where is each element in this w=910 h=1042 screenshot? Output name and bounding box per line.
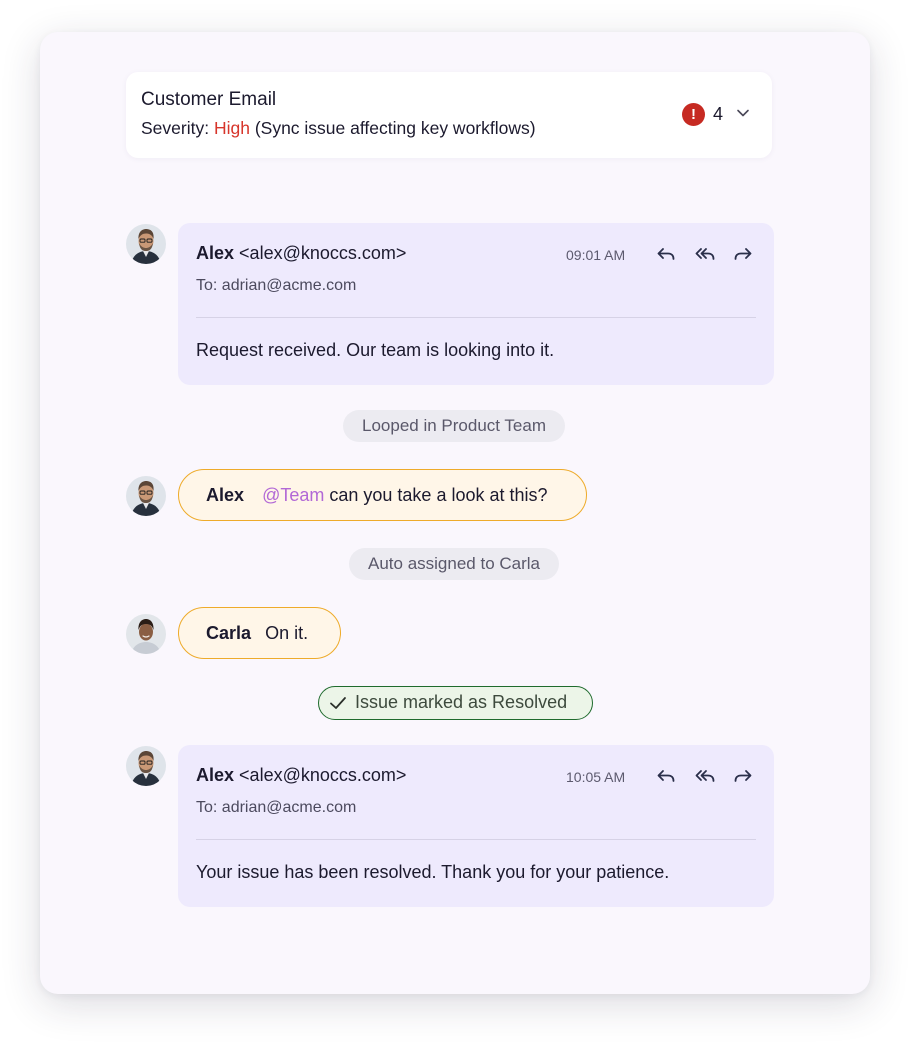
email-recipient: To: adrian@acme.com: [196, 799, 357, 816]
email-time: 10:05 AM: [566, 769, 626, 785]
severity-value: High: [213, 118, 250, 138]
sender-name: Alex: [196, 765, 235, 785]
resolved-label: Issue marked as Resolved: [355, 692, 568, 712]
chat-bubble[interactable]: Carla On it.: [178, 607, 341, 659]
chevron-down-icon[interactable]: [736, 106, 750, 120]
avatar-carla: [126, 614, 166, 654]
email-divider: [196, 317, 756, 318]
avatar-alex: [126, 476, 166, 516]
chat-text: can you take a look at this?: [329, 485, 548, 505]
email-body: Request received. Our team is looking in…: [196, 340, 555, 360]
severity-label: Severity:: [141, 118, 210, 138]
system-event-auto-assigned: Auto assigned to Carla: [349, 548, 559, 580]
email-message[interactable]: Alex <alex@knoccs.com> 10:05 AM To: adri…: [178, 745, 774, 907]
email-sender: Alex <alex@knoccs.com>: [196, 765, 406, 786]
system-event-resolved: Issue marked as Resolved: [318, 686, 593, 720]
forward-icon[interactable]: [732, 766, 754, 786]
chat-sender: Carla: [206, 623, 252, 643]
ticket-title: Customer Email: [141, 89, 277, 110]
email-recipient: To: adrian@acme.com: [196, 277, 357, 294]
reply-all-icon[interactable]: [694, 244, 716, 264]
ticket-header[interactable]: Customer Email Severity: High (Sync issu…: [126, 72, 772, 158]
avatar-alex: [126, 746, 166, 786]
severity-note: (Sync issue affecting key workflows): [254, 118, 536, 138]
chat-bubble[interactable]: Alex @Team can you take a look at this?: [178, 469, 587, 521]
system-event-looped-in: Looped in Product Team: [343, 410, 565, 442]
sender-email: <alex@knoccs.com>: [239, 765, 407, 785]
email-message[interactable]: Alex <alex@knoccs.com> 09:01 AM To: adri…: [178, 223, 774, 385]
avatar-alex: [126, 224, 166, 264]
check-icon: [330, 697, 346, 709]
alert-icon: !: [682, 103, 705, 126]
mention-tag[interactable]: @Team: [262, 485, 324, 505]
reply-icon[interactable]: [655, 244, 677, 264]
reply-icon[interactable]: [655, 766, 677, 786]
chat-text: On it.: [265, 623, 309, 643]
reply-all-icon[interactable]: [694, 766, 716, 786]
email-divider: [196, 839, 756, 840]
alert-count: 4: [713, 104, 724, 124]
email-sender: Alex <alex@knoccs.com>: [196, 243, 406, 264]
email-body: Your issue has been resolved. Thank you …: [196, 862, 670, 882]
email-time: 09:01 AM: [566, 247, 626, 263]
sender-email: <alex@knoccs.com>: [239, 243, 407, 263]
forward-icon[interactable]: [732, 244, 754, 264]
chat-sender: Alex: [206, 485, 245, 505]
sender-name: Alex: [196, 243, 235, 263]
severity-line: Severity: High (Sync issue affecting key…: [141, 118, 536, 139]
